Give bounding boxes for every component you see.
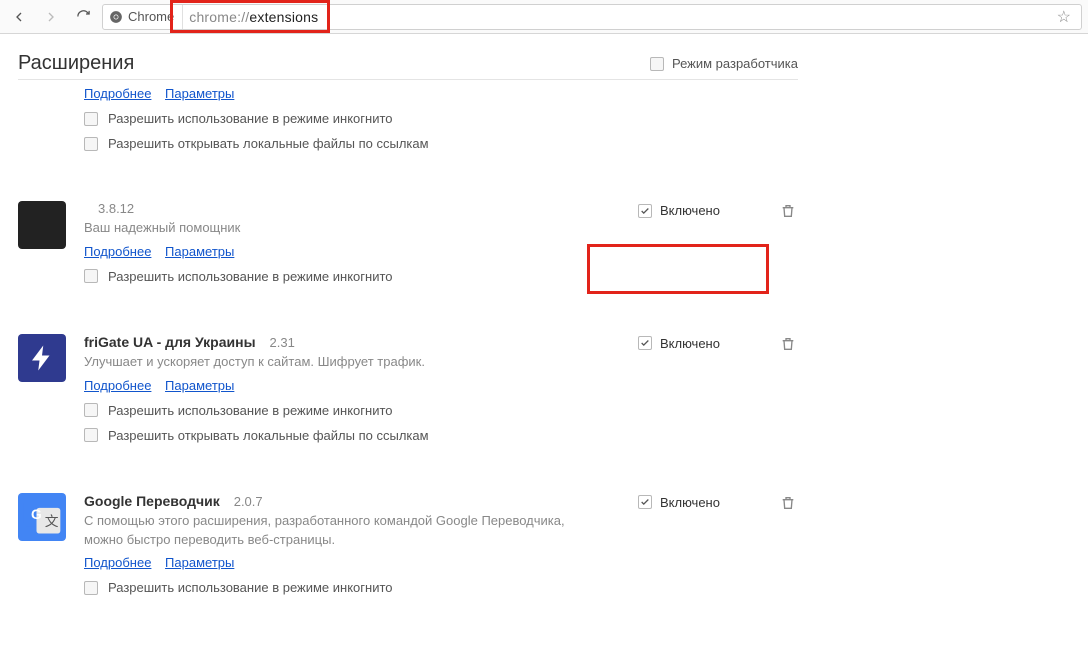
browser-toolbar: Chrome chrome://extensions ☆ (0, 0, 1088, 34)
extensions-page: Расширения Режим разработчика Подробнее … (0, 34, 1088, 613)
extension-icon (18, 201, 66, 249)
extension-version: 2.0.7 (234, 494, 263, 509)
checkbox-icon (650, 57, 664, 71)
allow-incognito-label: Разрешить использование в режиме инкогни… (108, 111, 393, 126)
details-link[interactable]: Подробнее (84, 86, 151, 101)
translate-icon: G 文 (20, 495, 64, 539)
details-link[interactable]: Подробнее (84, 555, 151, 570)
extension-icon (18, 334, 66, 382)
enabled-label: Включено (660, 495, 720, 510)
svg-text:G: G (31, 507, 42, 522)
allow-file-urls-label: Разрешить открывать локальные файлы по с… (108, 428, 429, 443)
extension-description: С помощью этого расширения, разработанно… (84, 512, 604, 550)
checkbox-icon[interactable] (84, 403, 98, 417)
checkbox-icon (638, 495, 652, 509)
reload-button[interactable] (70, 4, 96, 30)
svg-text:文: 文 (45, 514, 59, 529)
developer-mode-toggle[interactable]: Режим разработчика (650, 56, 798, 71)
extension-icon: G 文 (18, 493, 66, 541)
extension-description: Ваш надежный помощник (84, 219, 604, 238)
url-text: chrome://extensions (189, 9, 318, 25)
extension-item: friGate UA - для Украины 2.31 Улучшает и… (18, 326, 798, 461)
enabled-label: Включено (660, 203, 720, 218)
checkbox-icon[interactable] (84, 428, 98, 442)
extension-name: friGate UA - для Украины (84, 334, 256, 350)
options-link[interactable]: Параметры (165, 378, 234, 393)
allow-incognito-label: Разрешить использование в режиме инкогни… (108, 403, 393, 418)
extension-item: Подробнее Параметры Разрешить использова… (18, 80, 798, 169)
extension-version: 2.31 (270, 335, 295, 350)
enabled-toggle[interactable]: Включено (638, 495, 720, 510)
extension-version: 3.8.12 (98, 201, 134, 216)
checkbox-icon (638, 204, 652, 218)
extension-item: G 文 Google Переводчик 2.0.7 С помощью эт… (18, 485, 798, 614)
checkbox-icon[interactable] (84, 581, 98, 595)
options-link[interactable]: Параметры (165, 555, 234, 570)
checkbox-icon[interactable] (84, 112, 98, 126)
enabled-toggle[interactable]: Включено (638, 203, 720, 218)
enabled-toggle[interactable]: Включено (638, 336, 720, 351)
lightning-icon (27, 343, 57, 373)
back-button[interactable] (6, 4, 32, 30)
checkbox-icon[interactable] (84, 137, 98, 151)
page-title: Расширения (18, 52, 134, 75)
extension-description: Улучшает и ускоряет доступ к сайтам. Шиф… (84, 353, 604, 372)
details-link[interactable]: Подробнее (84, 378, 151, 393)
secure-chip: Chrome (109, 5, 183, 29)
allow-incognito-label: Разрешить использование в режиме инкогни… (108, 580, 393, 595)
options-link[interactable]: Параметры (165, 86, 234, 101)
extension-name: Google Переводчик (84, 493, 220, 509)
forward-button[interactable] (38, 4, 64, 30)
allow-file-urls-label: Разрешить открывать локальные файлы по с… (108, 136, 429, 151)
extension-item: 3.8.12 Ваш надежный помощник Подробнее П… (18, 193, 798, 302)
trash-icon[interactable] (780, 203, 798, 221)
extensions-list: Подробнее Параметры Разрешить использова… (18, 79, 798, 613)
enabled-label: Включено (660, 336, 720, 351)
omnibox[interactable]: Chrome chrome://extensions ☆ (102, 4, 1082, 30)
details-link[interactable]: Подробнее (84, 244, 151, 259)
trash-icon[interactable] (780, 495, 798, 513)
chrome-icon (109, 10, 123, 24)
options-link[interactable]: Параметры (165, 244, 234, 259)
allow-incognito-label: Разрешить использование в режиме инкогни… (108, 269, 393, 284)
bookmark-star-icon[interactable]: ☆ (1053, 7, 1075, 27)
chip-label: Chrome (128, 9, 174, 24)
trash-icon[interactable] (780, 336, 798, 354)
checkbox-icon[interactable] (84, 269, 98, 283)
checkbox-icon (638, 336, 652, 350)
developer-mode-label: Режим разработчика (672, 56, 798, 71)
